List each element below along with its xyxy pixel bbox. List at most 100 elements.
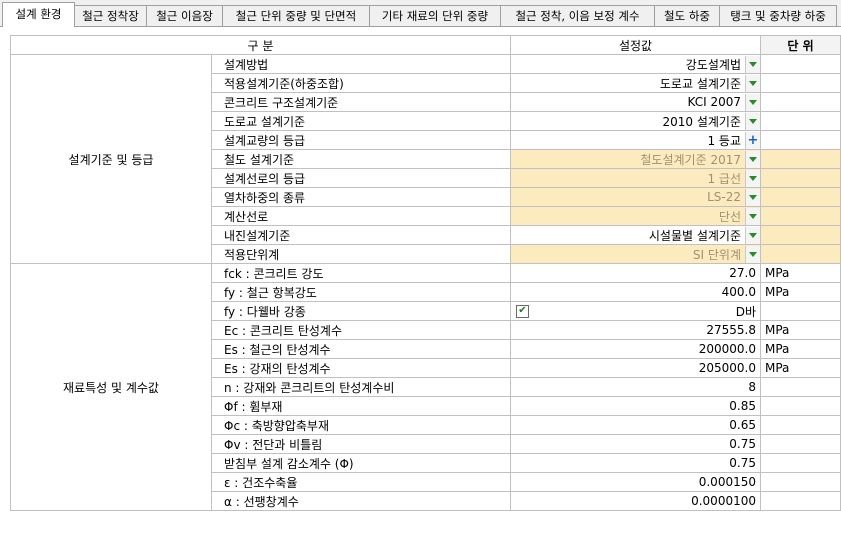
value-field[interactable]: SI 단위계 [512,245,760,263]
tab-rebar-splice[interactable]: 철근 이음장 [146,5,223,26]
dropdown-button[interactable] [745,55,760,73]
tab-tank-vehicle-load[interactable]: 탱크 및 중차량 하중 [719,5,837,26]
plus-icon: + [747,132,759,148]
value-field[interactable]: ✔ D바 [512,303,760,320]
value-field[interactable]: 철도설계기준 2017 [512,150,760,168]
value-text: SI 단위계 [692,247,741,262]
row-value-cell[interactable]: ✔ D바 [510,301,761,321]
value-field[interactable]: 2010 설계기준 [512,112,760,130]
value-field: 0.65 [512,417,760,434]
dropdown-button[interactable] [745,188,760,206]
value-field: 27555.8 [512,322,760,339]
dropdown-button[interactable] [745,226,760,244]
row-unit: MPa [760,320,841,340]
value-field: 0.000150 [512,474,760,491]
row-label: 내진설계기준 [211,225,511,245]
tab-anchorage-correction[interactable]: 철근 정착, 이음 보정 계수 [500,5,655,26]
value-text: 200000.0 [698,342,756,356]
dropdown-button[interactable] [745,93,760,111]
value-text: 시설물별 설계기준 [648,228,741,243]
row-value-cell: 205000.0 [510,358,761,378]
value-text: 1 등교 [707,133,741,148]
section-category: 설계기준 및 등급 [10,54,212,264]
dropdown-button[interactable] [745,245,760,263]
table-row: 설계기준 및 등급 설계방법 강도설계법 [10,54,841,264]
row-label: Φv : 전단과 비틀림 [211,434,511,454]
row-value-cell[interactable]: 강도설계법 [510,54,761,74]
row-value-cell: 8 [510,377,761,397]
value-text: 8 [748,380,756,394]
tab-other-material-weight[interactable]: 기타 재료의 단위 중량 [369,5,501,26]
chevron-down-icon [749,80,757,86]
value-text: 27.0 [729,266,756,280]
row-unit [760,92,841,112]
value-field[interactable]: KCI 2007 [512,93,760,111]
value-field[interactable]: LS-22 [512,188,760,206]
row-label: 철도 설계기준 [211,149,511,169]
tab-bar: 설계 환경 철근 정착장 철근 이음장 철근 단위 중량 및 단면적 기타 재료… [0,0,841,28]
row-value-cell[interactable]: 철도설계기준 2017 [510,149,761,169]
row-value-cell: 0.0000100 [510,491,761,511]
dropdown-button[interactable] [745,169,760,187]
tab-railway-load[interactable]: 철도 하중 [654,5,720,26]
row-value-cell[interactable]: SI 단위계 [510,244,761,264]
row-value-cell: 400.0 [510,282,761,302]
header-category: 구 분 [10,35,511,55]
row-label: 받침부 설계 감소계수 (Φ) [211,453,511,473]
value-field[interactable]: 시설물별 설계기준 [512,226,760,244]
tab-rebar-unit-weight[interactable]: 철근 단위 중량 및 단면적 [222,5,370,26]
value-field: 205000.0 [512,360,760,377]
value-field[interactable]: 1 등교 + [512,131,760,149]
row-label: n : 강재와 콘크리트의 탄성계수비 [211,377,511,397]
dropdown-button[interactable] [745,74,760,92]
chevron-down-icon [749,213,757,219]
row-value-cell[interactable]: 1 등교 + [510,130,761,150]
row-unit [760,301,841,321]
row-value-cell[interactable]: KCI 2007 [510,92,761,112]
row-label: fck : 콘크리트 강도 [211,263,511,283]
row-value-cell[interactable]: 시설물별 설계기준 [510,225,761,245]
dropdown-button[interactable] [745,112,760,130]
row-value-cell[interactable]: LS-22 [510,187,761,207]
chevron-down-icon [749,232,757,238]
row-label: 설계선로의 등급 [211,168,511,188]
checkbox[interactable]: ✔ [516,304,529,318]
settings-panel: 구 분 설정값 단 위 설계기준 및 등급 설계방법 강도설계법 적용설계기준(하중조… [0,27,841,535]
row-value-cell[interactable]: 단선 [510,206,761,226]
value-text: 205000.0 [698,361,756,375]
value-text: LS-22 [707,190,741,204]
value-text: 0.000150 [698,475,756,489]
dropdown-button[interactable] [745,150,760,168]
table-row: 재료특성 및 계수값 fck : 콘크리트 강도 27.0 MPa [10,263,841,511]
row-value-cell[interactable]: 2010 설계기준 [510,111,761,131]
value-text: 0.85 [729,399,756,413]
value-field[interactable]: 단선 [512,207,760,225]
header-unit: 단 위 [760,35,841,55]
value-field[interactable]: 1 급선 [512,169,760,187]
chevron-down-icon [749,251,757,257]
value-field: 27.0 [512,265,760,282]
row-unit [760,377,841,397]
expand-button[interactable]: + [745,131,760,149]
value-text: KCI 2007 [687,95,741,109]
row-label: 설계교량의 등급 [211,130,511,150]
value-field[interactable]: 도로교 설계기준 [512,74,760,92]
row-label: Es : 강재의 탄성계수 [211,358,511,378]
row-label: 콘크리트 구조설계기준 [211,92,511,112]
row-unit [760,73,841,93]
row-unit [760,168,841,188]
row-unit [760,434,841,454]
row-value-cell: 0.65 [510,415,761,435]
value-field[interactable]: 강도설계법 [512,55,760,73]
tab-design-environment[interactable]: 설계 환경 [2,2,75,27]
row-value-cell[interactable]: 도로교 설계기준 [510,73,761,93]
row-label: Es : 철근의 탄성계수 [211,339,511,359]
row-unit [760,491,841,511]
value-text: 0.75 [729,456,756,470]
row-unit [760,244,841,264]
row-value-cell: 0.75 [510,434,761,454]
dropdown-button[interactable] [745,207,760,225]
row-value-cell: 0.000150 [510,472,761,492]
row-value-cell[interactable]: 1 급선 [510,168,761,188]
tab-rebar-anchorage[interactable]: 철근 정착장 [74,5,147,26]
